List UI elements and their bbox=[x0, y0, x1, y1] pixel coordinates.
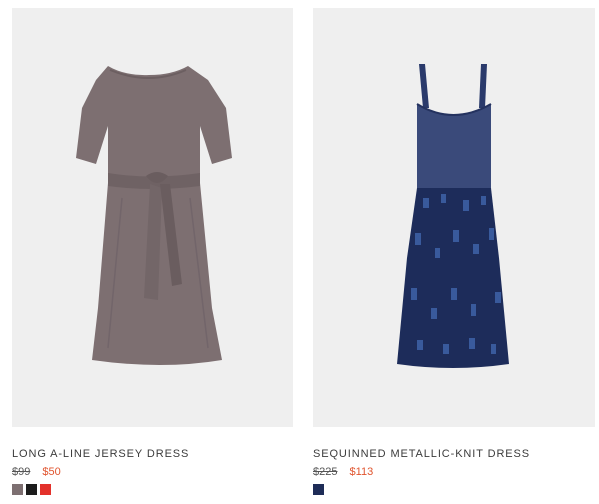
sale-price: $50 bbox=[42, 466, 61, 478]
product-price: $225 $113 bbox=[313, 466, 595, 478]
original-price: $99 bbox=[12, 466, 31, 478]
product-image[interactable] bbox=[12, 8, 293, 427]
product-price: $99 $50 bbox=[12, 466, 293, 478]
jersey-dress-illustration bbox=[76, 66, 232, 365]
product-name[interactable]: LONG A-LINE JERSEY DRESS bbox=[12, 448, 293, 460]
swatch-grey-brown[interactable] bbox=[12, 484, 23, 495]
product-card-sequinned-metallic-knit-dress[interactable]: SEQUINNED METALLIC-KNIT DRESS $225 $113 bbox=[313, 8, 595, 495]
swatch-red[interactable] bbox=[40, 484, 51, 495]
original-price: $225 bbox=[313, 466, 338, 478]
color-swatches bbox=[12, 484, 293, 495]
swatch-navy[interactable] bbox=[313, 484, 324, 495]
sale-price: $113 bbox=[349, 466, 374, 478]
product-name[interactable]: SEQUINNED METALLIC-KNIT DRESS bbox=[313, 448, 595, 460]
color-swatches bbox=[313, 484, 595, 495]
swatch-black[interactable] bbox=[26, 484, 37, 495]
product-image[interactable] bbox=[313, 8, 595, 427]
product-card-long-a-line-jersey-dress[interactable]: LONG A-LINE JERSEY DRESS $99 $50 bbox=[12, 8, 293, 495]
sequin-dress-illustration bbox=[397, 64, 509, 368]
